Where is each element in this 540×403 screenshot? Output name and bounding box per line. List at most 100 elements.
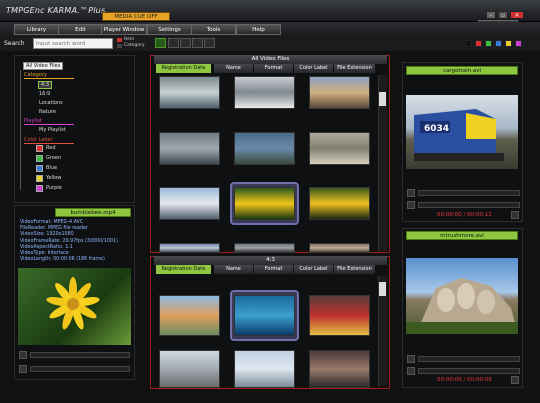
tree-all-video-files[interactable]: All Video Files <box>23 62 64 70</box>
player-top-play-icon[interactable] <box>407 189 415 197</box>
player-bottom-timecode: 00:00:00 / 00:00:09 <box>437 377 492 383</box>
tree-line <box>20 70 21 190</box>
info-line: VideoLength: 00:00:06 (186 frame) <box>20 257 105 263</box>
volume-bar[interactable] <box>30 366 130 372</box>
seek-slider[interactable] <box>30 352 130 358</box>
top-thumb[interactable] <box>234 242 295 253</box>
flower-image <box>46 277 100 330</box>
player-bottom-seek[interactable] <box>418 356 520 362</box>
player-bottom-play-icon[interactable] <box>407 355 415 363</box>
player-top-timecode: 00:00:00 / 00:00:11 <box>437 212 492 218</box>
color-swatch[interactable] <box>505 40 512 47</box>
top-col-name[interactable]: Name <box>214 64 254 73</box>
top-col-format[interactable]: Format <box>254 64 294 73</box>
top-col-registration-date[interactable]: Registration Date <box>156 64 212 73</box>
top-thumb[interactable] <box>234 76 295 109</box>
train-number: 6034 <box>424 124 450 134</box>
color-swatch[interactable] <box>495 40 502 47</box>
player-top-seek[interactable] <box>418 190 520 196</box>
bottom-col-registration-date[interactable]: Registration Date <box>156 265 212 274</box>
category-label: Category <box>124 43 145 48</box>
thumbnail-view-button[interactable] <box>155 38 166 48</box>
bottom-col-format[interactable]: Format <box>254 265 294 274</box>
item-radio[interactable] <box>117 38 122 42</box>
player-top-stop-icon[interactable] <box>511 211 519 219</box>
bottom-col-name[interactable]: Name <box>214 265 254 274</box>
top-thumb[interactable] <box>309 131 370 165</box>
player-bottom-filename: mtrushmore.avi <box>406 231 518 240</box>
bottom-thumb[interactable] <box>159 295 220 336</box>
player-bottom-stop-icon[interactable] <box>511 376 519 384</box>
tree-item-locations[interactable]: Locations <box>39 100 63 106</box>
grid-view-button[interactable] <box>192 38 203 48</box>
bottom-thumb[interactable] <box>159 350 220 388</box>
color-chip <box>36 145 43 152</box>
top-thumb[interactable] <box>159 242 220 253</box>
bottom-thumb[interactable] <box>309 350 370 388</box>
browser-bottom-title: 4:3 <box>154 256 387 265</box>
top-thumb[interactable] <box>159 76 220 109</box>
menu-edit[interactable]: Edit <box>58 24 103 35</box>
color-chip <box>36 175 43 182</box>
mountain-image <box>406 278 518 334</box>
bottom-col-file-extension[interactable]: File Extension <box>334 265 376 274</box>
restore-icon[interactable]: ▫ <box>498 11 508 19</box>
color-swatch[interactable] <box>515 40 522 47</box>
player-bottom-video[interactable] <box>406 258 518 334</box>
tree-color-red[interactable]: Red <box>46 145 56 151</box>
menu-library[interactable]: Library <box>14 24 59 35</box>
menu-help[interactable]: Help <box>236 24 281 35</box>
close-icon[interactable]: ✕ <box>510 11 524 19</box>
color-chip <box>36 155 43 162</box>
tree-item-my-playlist[interactable]: My Playlist <box>39 127 66 133</box>
menu-player-window[interactable]: Player Window <box>101 24 147 35</box>
top-thumb[interactable] <box>309 187 370 220</box>
color-swatch[interactable] <box>465 40 472 47</box>
top-thumb[interactable] <box>234 187 295 220</box>
top-col-color-label[interactable]: Color Label <box>294 64 334 73</box>
info-line: VideoSize: 1920x1080 <box>20 232 74 238</box>
scroll-thumb-bottom[interactable] <box>379 282 386 296</box>
color-swatch[interactable] <box>485 40 492 47</box>
bottom-thumb[interactable] <box>309 295 370 336</box>
bottom-thumb[interactable] <box>234 295 295 336</box>
player-top-speaker-icon[interactable] <box>407 201 415 209</box>
tree-color-blue[interactable]: Blue <box>46 165 57 171</box>
bottom-col-color-label[interactable]: Color Label <box>294 265 334 274</box>
top-col-file-extension[interactable]: File Extension <box>334 64 376 73</box>
bottom-thumb[interactable] <box>234 350 295 388</box>
top-thumb[interactable] <box>234 131 295 165</box>
play-icon[interactable] <box>19 351 27 359</box>
list-view-button[interactable] <box>168 38 179 48</box>
minimize-icon[interactable]: – <box>486 11 496 19</box>
tree-item-16-9[interactable]: 16:9 <box>39 91 50 97</box>
preview-video[interactable] <box>18 268 131 345</box>
player-bottom-volume[interactable] <box>418 368 520 374</box>
tree-item-nature[interactable]: Nature <box>39 109 56 115</box>
top-thumb[interactable] <box>159 187 220 220</box>
player-top-video[interactable] <box>406 95 518 169</box>
player-top-volume[interactable] <box>418 202 520 208</box>
top-thumb[interactable] <box>309 242 370 253</box>
color-swatch[interactable] <box>475 40 482 47</box>
top-thumb[interactable] <box>159 131 220 165</box>
tree-color-green[interactable]: Green <box>46 155 61 161</box>
info-line: VideoFrameRate: 29.97fps (30000/1001) <box>20 238 118 244</box>
tree-color-purple[interactable]: Purple <box>46 185 62 191</box>
media-cue-badge[interactable]: MEDIA CUE OFF <box>102 12 170 21</box>
top-thumb[interactable] <box>309 76 370 109</box>
speaker-icon[interactable] <box>19 365 27 373</box>
color-chip <box>36 165 43 172</box>
detail-view-button[interactable] <box>180 38 191 48</box>
menu-settings[interactable]: Settings <box>147 24 192 35</box>
player-bottom-speaker-icon[interactable] <box>407 367 415 375</box>
category-radio[interactable] <box>117 44 122 48</box>
preview-filename: bumblebee.mp4 <box>55 208 131 217</box>
tree-color-yellow[interactable]: Yellow <box>46 175 61 181</box>
search-input[interactable] <box>33 38 113 49</box>
scroll-thumb-top[interactable] <box>379 92 386 106</box>
tree-item-4-3[interactable]: 4:3 <box>38 81 53 89</box>
browser-top-title: All Video Files <box>154 55 387 64</box>
menu-tools[interactable]: Tools <box>191 24 236 35</box>
filmstrip-view-button[interactable] <box>204 38 215 48</box>
